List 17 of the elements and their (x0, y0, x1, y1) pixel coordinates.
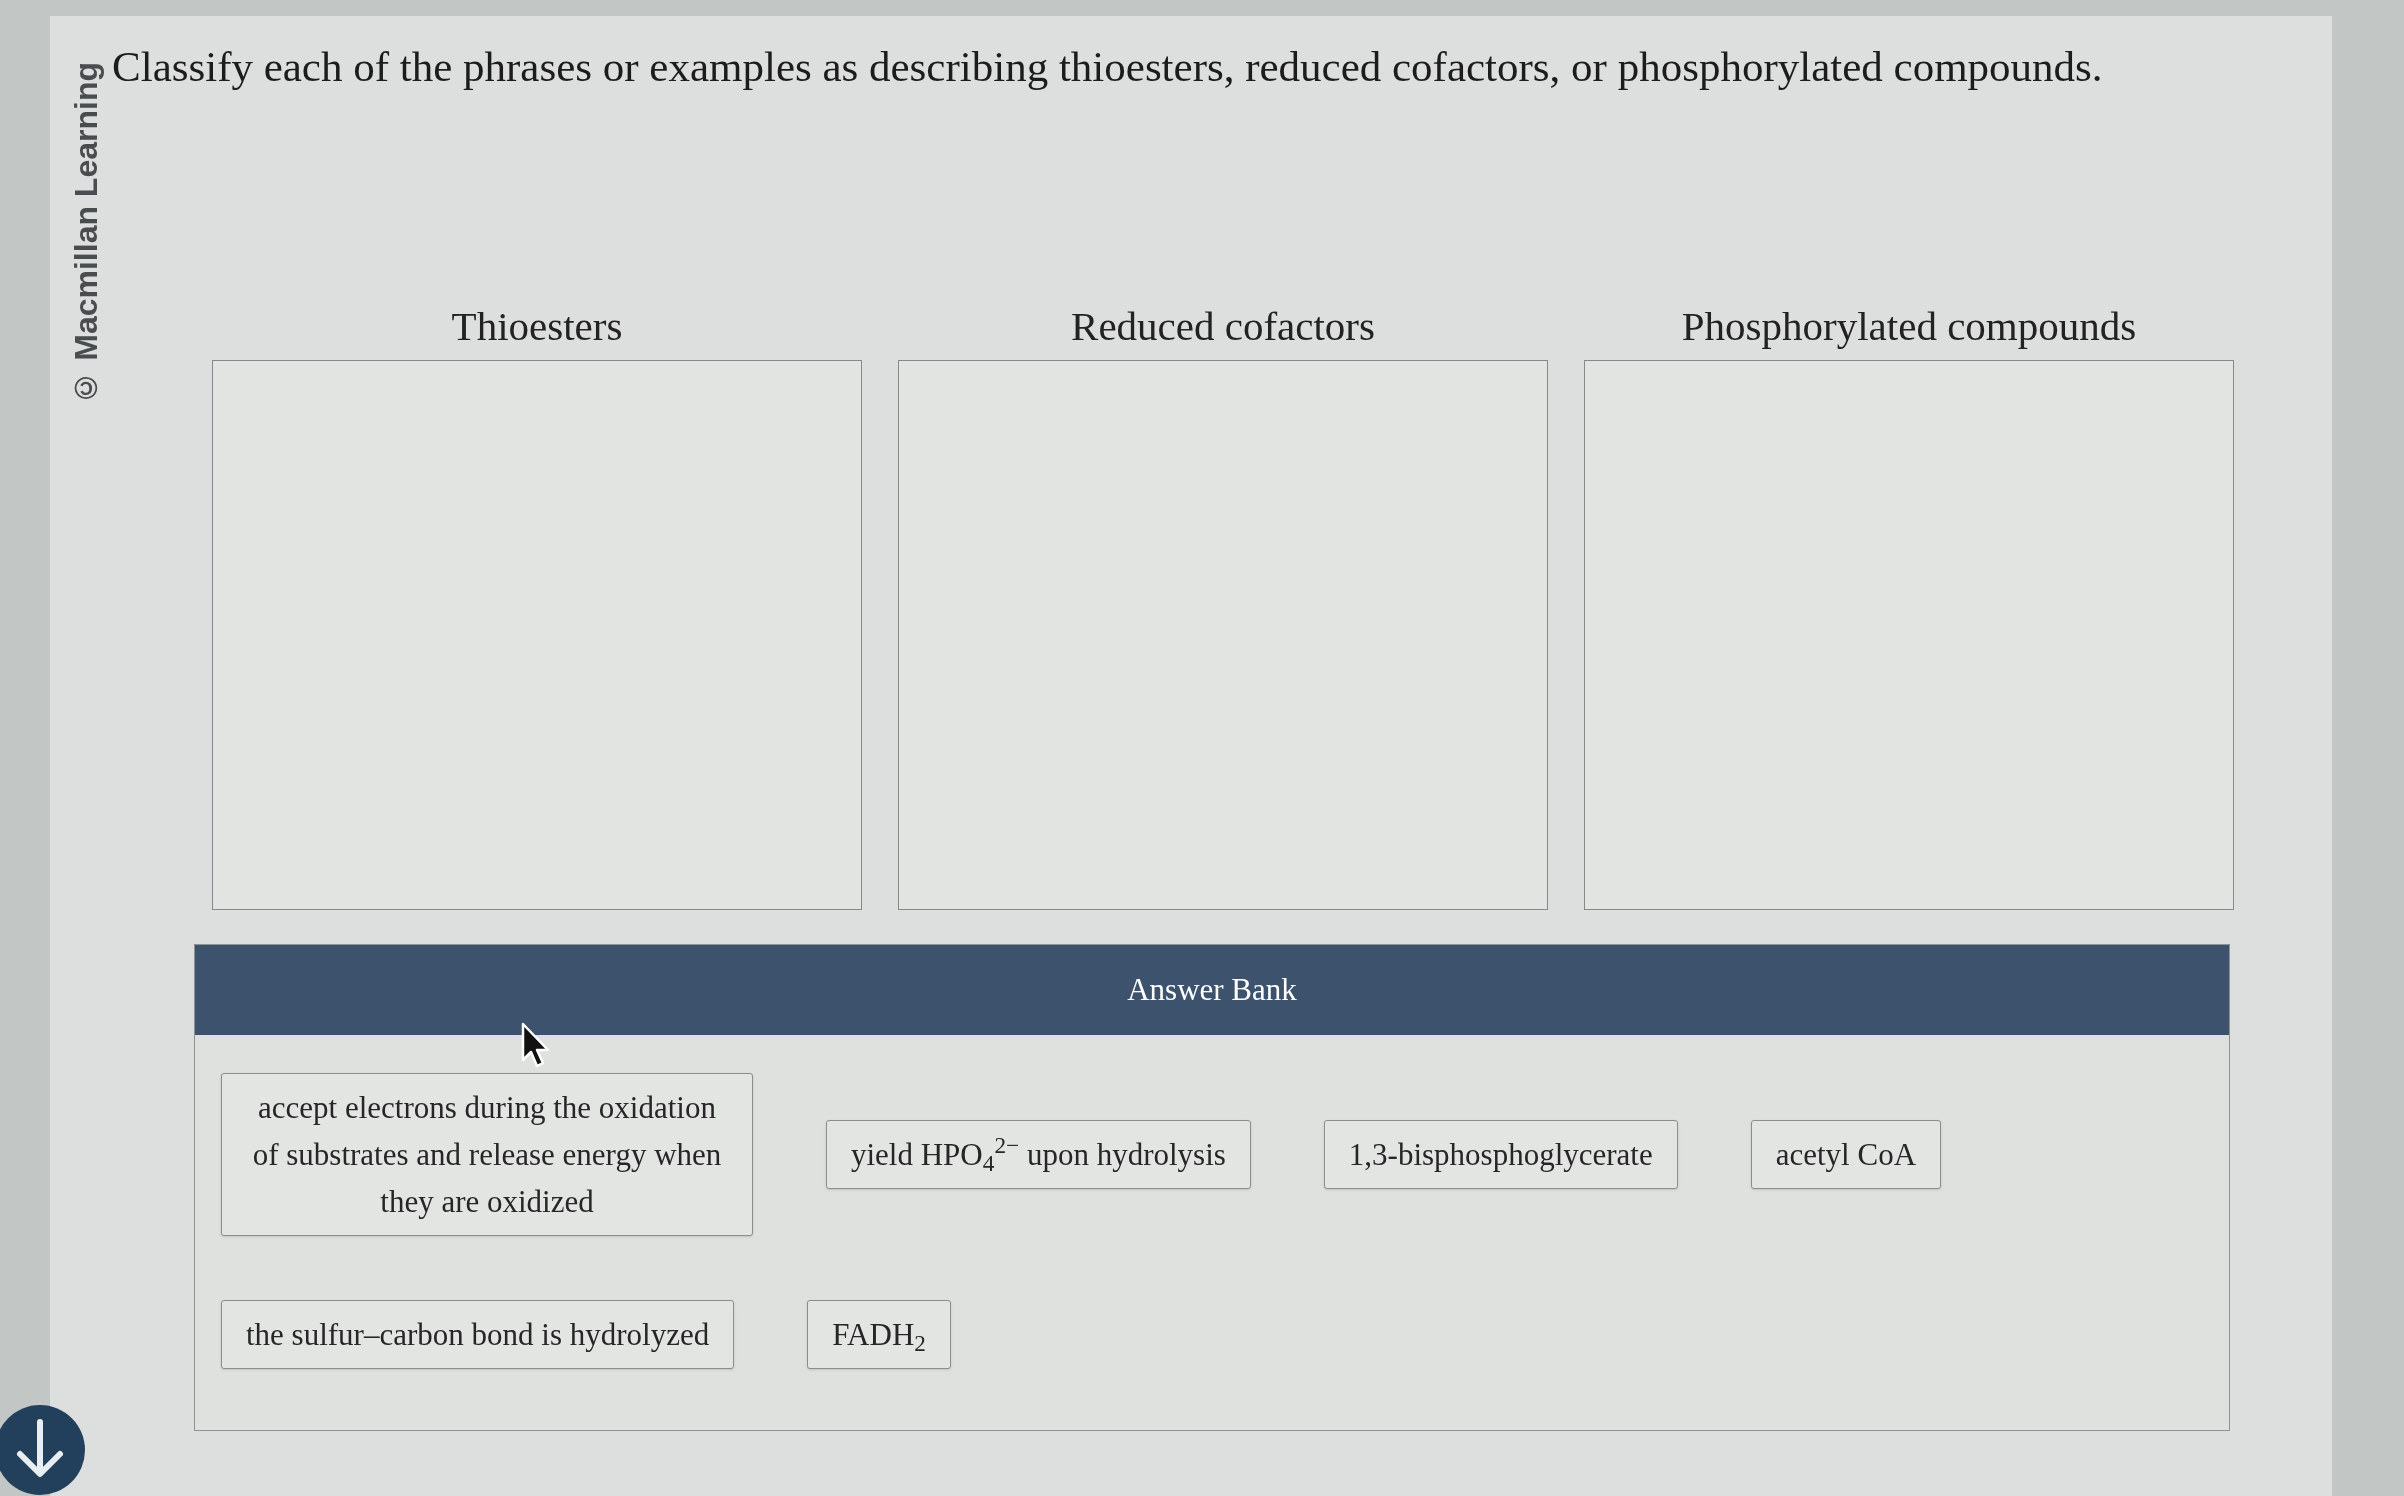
answer-tile[interactable]: the sulfur–carbon bond is hydrolyzed (221, 1300, 735, 1369)
answer-tile[interactable]: acetyl CoA (1750, 1120, 1942, 1189)
drop-zone[interactable] (1584, 360, 2234, 910)
category-heading: Phosphorylated compounds (1681, 302, 2137, 350)
down-arrow-icon[interactable] (0, 1402, 86, 1496)
question-prompt: Classify each of the phrases or examples as describing thioesters, reduced cofactors, or phosphorylated compounds. (112, 42, 2103, 92)
answer-tile[interactable]: 1,3-bisphosphoglycerate (1323, 1120, 1678, 1189)
category-heading: Reduced cofactors (1071, 302, 1375, 350)
cursor-icon (521, 1022, 551, 1068)
drop-zone[interactable] (212, 360, 862, 910)
copyright-notice: © Macmillan Learning (70, 62, 102, 406)
answer-tile[interactable]: accept electrons during the oxidation of substrates and release energy when they are oxidized (221, 1073, 753, 1236)
answer-tile[interactable]: FADH$_{2}$ (807, 1300, 951, 1369)
drop-zone[interactable] (898, 360, 1548, 910)
answer-bank-title: Answer Bank (195, 945, 2229, 1035)
answer-tile[interactable]: yield HPO$_{4}$$^{2−}$ upon hydrolysis (826, 1120, 1251, 1189)
category-heading: Thioesters (451, 302, 623, 350)
